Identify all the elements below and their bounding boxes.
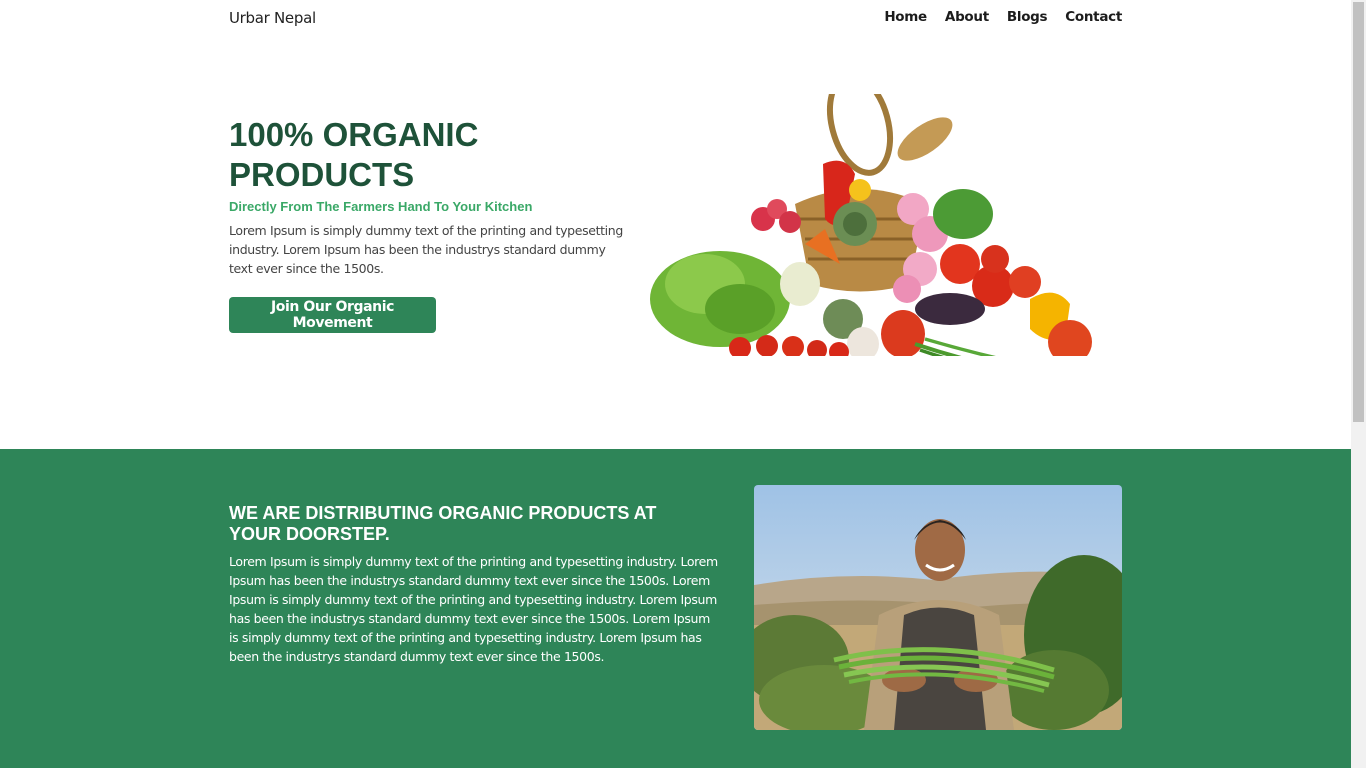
farmer-photo bbox=[754, 485, 1122, 730]
distribution-section: WE ARE DISTRIBUTING ORGANIC PRODUCTS AT … bbox=[0, 449, 1351, 768]
join-movement-button[interactable]: Join Our Organic Movement bbox=[229, 297, 436, 333]
vegetable-basket-image bbox=[650, 94, 1092, 356]
hero-title: 100% ORGANIC PRODUCTS bbox=[229, 116, 479, 193]
hero-subtitle: Directly From The Farmers Hand To Your K… bbox=[229, 199, 533, 214]
navbar: Urbar Nepal Home About Blogs Contact bbox=[0, 0, 1351, 36]
nav-link-home[interactable]: Home bbox=[884, 9, 927, 25]
hero-description: Lorem Ipsum is simply dummy text of the … bbox=[229, 223, 623, 276]
nav-link-blogs[interactable]: Blogs bbox=[1007, 9, 1048, 25]
scrollbar-thumb[interactable] bbox=[1353, 2, 1364, 422]
brand-logo[interactable]: Urbar Nepal bbox=[229, 9, 316, 27]
distribution-description: Lorem Ipsum is simply dummy text of the … bbox=[229, 554, 718, 664]
main-nav: Home About Blogs Contact bbox=[884, 9, 1122, 25]
nav-link-about[interactable]: About bbox=[945, 9, 989, 25]
hero-section: 100% ORGANIC PRODUCTS Directly From The … bbox=[0, 36, 1351, 449]
nav-link-contact[interactable]: Contact bbox=[1065, 9, 1122, 25]
distribution-title: WE ARE DISTRIBUTING ORGANIC PRODUCTS AT … bbox=[229, 503, 657, 544]
